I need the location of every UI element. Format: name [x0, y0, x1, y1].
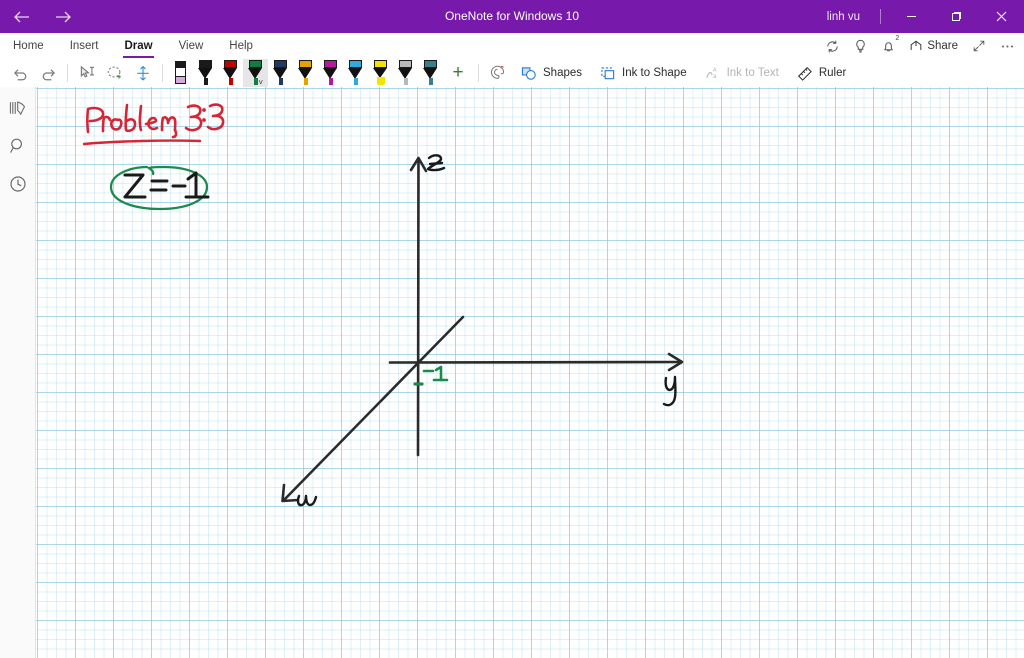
expand-icon[interactable] — [966, 33, 992, 59]
ink-heading-colon — [202, 108, 206, 122]
pen-red[interactable] — [218, 59, 243, 87]
ink-green-circle — [109, 165, 209, 211]
highlighter-yellow[interactable] — [368, 59, 393, 87]
pen-navy[interactable] — [268, 59, 293, 87]
titlebar-right-group: linh vu — [815, 0, 1024, 33]
pen-black[interactable] — [193, 59, 218, 87]
lightbulb-icon[interactable] — [847, 33, 873, 59]
eraser-tool[interactable] — [168, 59, 193, 87]
add-pen-button[interactable]: + — [443, 60, 473, 86]
eraser-pad — [175, 76, 186, 84]
ink-equation-z-equals-minus-1 — [123, 171, 210, 199]
more-options-icon[interactable] — [994, 33, 1020, 59]
notifications-bell-icon[interactable]: 2 — [875, 33, 901, 59]
svg-text:a: a — [713, 73, 717, 80]
ink-to-text-label: Ink to Text — [726, 67, 779, 79]
ink-color-picker[interactable] — [484, 60, 512, 86]
select-text-tool[interactable] — [73, 60, 101, 86]
pan-tool[interactable] — [129, 60, 157, 86]
lasso-select-tool[interactable] — [101, 60, 129, 86]
toolbar-divider-1 — [67, 64, 68, 82]
pen-cyan[interactable] — [343, 59, 368, 87]
undo-button[interactable] — [6, 60, 34, 86]
titlebar-divider — [880, 9, 881, 24]
toolbar-divider-3 — [478, 64, 479, 82]
close-button[interactable] — [979, 0, 1024, 33]
share-button[interactable]: Share — [903, 33, 964, 59]
pen-magenta[interactable] — [318, 59, 343, 87]
pen-silver[interactable] — [393, 59, 418, 87]
pen-teal[interactable] — [418, 59, 443, 87]
chevron-down-icon[interactable]: ˅ — [258, 79, 263, 87]
forward-button[interactable] — [42, 0, 84, 33]
ink-axis-label-y — [662, 375, 677, 407]
shapes-button[interactable]: Shapes — [512, 60, 591, 86]
title-bar: OneNote for Windows 10 linh vu — [0, 0, 1024, 33]
ink-to-shape-label: Ink to Shape — [622, 67, 687, 79]
left-navigation-rail — [0, 87, 36, 658]
toolbar-divider-2 — [162, 64, 163, 82]
ink-to-shape-button[interactable]: Ink to Shape — [591, 60, 696, 86]
tab-help[interactable]: Help — [216, 33, 266, 59]
account-name[interactable]: linh vu — [815, 11, 872, 23]
ink-label-minus-1 — [422, 365, 449, 382]
maximize-restore-button[interactable] — [934, 0, 979, 33]
pen-rail: ˅ — [168, 59, 443, 87]
note-page-canvas[interactable] — [36, 87, 1024, 658]
share-label: Share — [927, 40, 958, 52]
minimize-button[interactable] — [889, 0, 934, 33]
ink-heading-problem-33 — [82, 103, 225, 146]
shapes-label: Shapes — [543, 67, 583, 79]
pen-green[interactable]: ˅ — [243, 59, 268, 87]
ruler-button[interactable]: Ruler — [788, 60, 855, 86]
redo-button[interactable] — [34, 60, 62, 86]
tab-draw[interactable]: Draw — [111, 33, 165, 59]
ribbon-right-actions: 2 Share — [819, 33, 1020, 59]
ribbon-tab-bar: Home Insert Draw View Help 2 Share — [0, 33, 1024, 59]
ink-axis-label-z — [426, 154, 446, 172]
pen-gold[interactable] — [293, 59, 318, 87]
search-icon[interactable] — [2, 131, 34, 161]
ruler-label: Ruler — [818, 67, 847, 79]
sync-icon[interactable] — [819, 33, 845, 59]
back-button[interactable] — [0, 0, 42, 33]
tab-home[interactable]: Home — [0, 33, 57, 59]
tab-view[interactable]: View — [166, 33, 217, 59]
draw-toolbar: ˅ + Shapes Ink to Shape A a Ink to Text … — [0, 59, 1024, 87]
ink-to-text-button[interactable]: A a Ink to Text — [696, 60, 788, 86]
ink-content — [82, 103, 684, 507]
tab-insert[interactable]: Insert — [57, 33, 112, 59]
onenote-window: OneNote for Windows 10 linh vu Home Inse… — [0, 0, 1024, 658]
notification-badge: 2 — [895, 35, 900, 42]
recent-notes-icon[interactable] — [2, 169, 34, 199]
notebooks-icon[interactable] — [2, 93, 34, 123]
ink-coordinate-axes — [281, 156, 684, 503]
ink-axis-label-x — [296, 494, 318, 507]
